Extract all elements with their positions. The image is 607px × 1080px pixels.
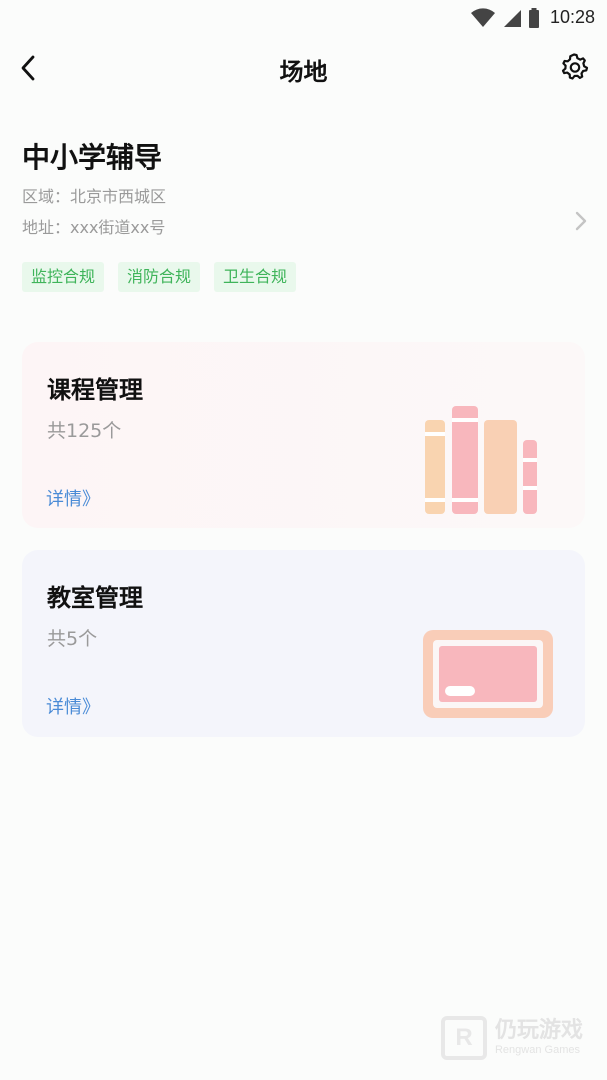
tag-fire-safety: 消防合规 [118, 262, 201, 292]
address-value: xxx街道xx号 [70, 218, 166, 237]
watermark-logo: R [440, 1016, 487, 1060]
nav-bar: 场地 [0, 40, 607, 96]
watermark-name: 仍玩游戏 [494, 1018, 583, 1043]
region-value: 北京市西城区 [70, 187, 167, 206]
classroom-management-card[interactable]: 教室管理 共5个 详情》 [22, 550, 585, 737]
address-label: 地址： [22, 218, 71, 237]
tag-hygiene: 卫生合规 [214, 262, 297, 292]
watermark-subtitle: Rengwan Games [494, 1044, 580, 1056]
region-label: 区域： [22, 187, 71, 206]
details-link[interactable]: 详情》 [46, 693, 100, 719]
card-title: 课程管理 [47, 376, 143, 404]
tag-monitoring: 监控合规 [22, 262, 105, 292]
venue-name: 中小学辅导 [22, 141, 163, 174]
page-title: 场地 [279, 58, 328, 86]
books-icon [425, 406, 537, 514]
compliance-tags: 监控合规 消防合规 卫生合规 [22, 262, 592, 292]
screen: 10:28 场地 中小学辅导 区域：北京市西城区 地址：xxx街道xx号 监控合… [0, 0, 607, 1080]
status-bar: 10:28 [0, 0, 607, 36]
card-title: 教室管理 [47, 584, 143, 612]
watermark: R 仍玩游戏 Rengwan Games [440, 1016, 583, 1060]
settings-button[interactable] [557, 49, 593, 85]
course-management-card[interactable]: 课程管理 共125个 详情》 [22, 342, 585, 528]
details-link[interactable]: 详情》 [46, 485, 100, 511]
watermark-text: 仍玩游戏 Rengwan Games [495, 1019, 583, 1057]
card-count: 共125个 [47, 420, 122, 442]
chevron-right-icon [574, 210, 588, 236]
venue-address: 地址：xxx街道xx号 [22, 217, 592, 239]
cellular-signal-icon [503, 9, 521, 27]
venue-info[interactable]: 中小学辅导 区域：北京市西城区 地址：xxx街道xx号 监控合规 消防合规 卫生… [22, 138, 592, 308]
status-time: 10:28 [549, 7, 595, 27]
card-count: 共5个 [47, 628, 98, 650]
battery-icon [528, 7, 539, 28]
venue-region: 区域：北京市西城区 [22, 186, 592, 208]
status-icons: 10:28 [470, 7, 595, 28]
gear-icon [561, 53, 589, 80]
wifi-icon [470, 7, 495, 27]
blackboard-icon [423, 630, 553, 718]
